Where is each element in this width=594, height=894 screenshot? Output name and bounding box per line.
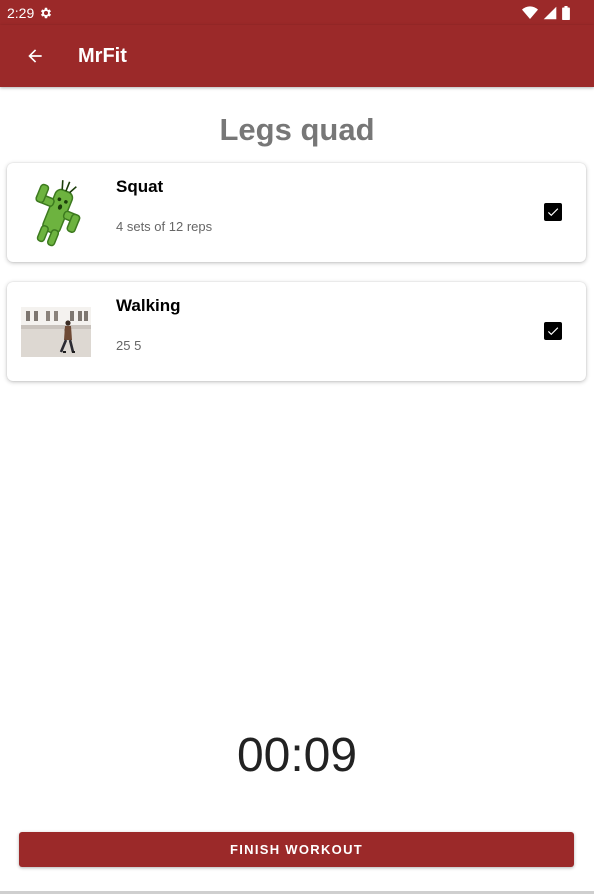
status-bar: 2:29 [0,0,594,25]
exercise-detail: 25 5 [116,338,142,353]
exercise-card-walking[interactable]: Walking 25 5 [7,282,586,381]
screen: 2:29 MrFit Legs quad Squat 4 sets of 12 … [0,0,594,894]
back-button[interactable] [0,25,70,87]
settings-gear-icon [41,7,52,18]
exercise-name: Walking [116,296,181,315]
arrow-back-icon [28,49,42,63]
cactus-icon [35,180,81,247]
status-left: 2:29 [7,5,53,21]
status-time: 2:29 [7,4,35,21]
wifi-icon [522,5,538,19]
finish-workout-button[interactable]: FINISH WORKOUT [19,832,574,867]
app-title: MrFit [78,44,127,67]
battery-icon [562,5,570,20]
app-bar: MrFit [0,25,594,87]
exercise-name: Squat [116,177,164,196]
cellular-signal-icon [543,6,557,19]
checkmark-icon [547,327,559,336]
exercise-done-checkbox[interactable] [544,203,562,221]
checkmark-icon [547,208,559,217]
workout-title: Legs quad [219,112,375,147]
workout-timer: 00:09 [236,729,358,782]
walking-photo [21,307,91,357]
exercise-card-squat[interactable]: Squat 4 sets of 12 reps [7,163,586,262]
status-right [522,5,570,20]
exercise-done-checkbox[interactable] [544,322,562,340]
exercise-detail: 4 sets of 12 reps [116,219,213,234]
